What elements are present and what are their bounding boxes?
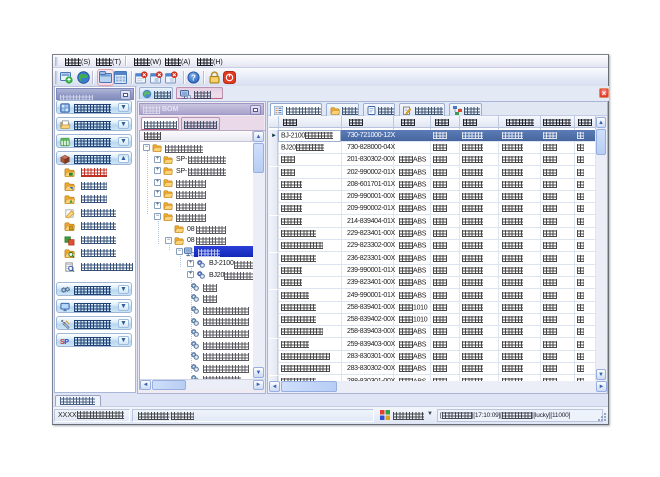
svg-text:?: ? <box>191 73 196 82</box>
svg-text:P: P <box>64 338 69 346</box>
